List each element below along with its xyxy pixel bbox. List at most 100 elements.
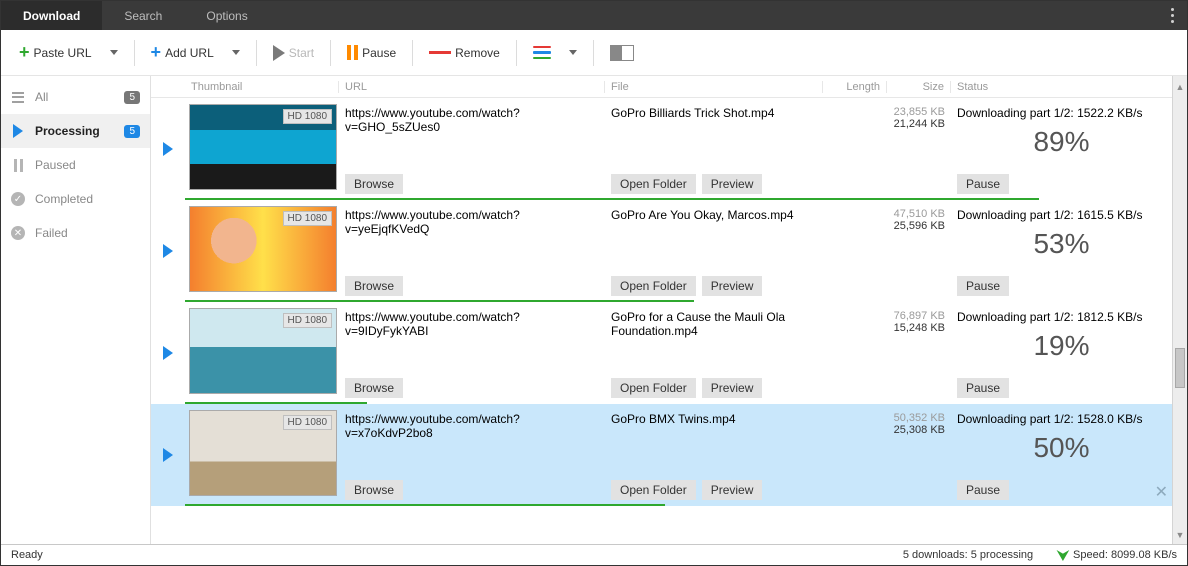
- sidebar-item-all[interactable]: All 5: [1, 80, 150, 114]
- list-icon: [533, 46, 551, 60]
- status-speed: ⮟ Speed: 8099.08 KB/s: [1057, 547, 1177, 564]
- row-pause-button[interactable]: Pause: [957, 480, 1009, 500]
- open-folder-button[interactable]: Open Folder: [611, 276, 696, 296]
- tab-options[interactable]: Options: [184, 1, 269, 30]
- status-cell: Downloading part 1/2: 1812.5 KB/s 19% Pa…: [951, 302, 1172, 404]
- sidebar-item-paused[interactable]: Paused: [1, 148, 150, 182]
- open-folder-button[interactable]: Open Folder: [611, 378, 696, 398]
- length-cell: [823, 200, 887, 302]
- add-url-button[interactable]: + Add URL: [143, 38, 222, 67]
- vertical-scrollbar[interactable]: ▼: [1172, 98, 1187, 544]
- row-play-button[interactable]: [151, 98, 185, 200]
- preview-button[interactable]: Preview: [702, 378, 763, 398]
- thumbnail-cell: HD 1080: [185, 404, 339, 506]
- close-icon[interactable]: ✕: [1155, 482, 1168, 502]
- play-icon: [163, 346, 173, 360]
- layout-button[interactable]: [602, 41, 642, 65]
- video-thumbnail[interactable]: HD 1080: [189, 104, 337, 190]
- video-thumbnail[interactable]: HD 1080: [189, 308, 337, 394]
- start-button[interactable]: Start: [265, 41, 322, 65]
- paste-url-dropdown[interactable]: [102, 46, 126, 59]
- sidebar-item-label: Failed: [35, 226, 140, 240]
- status-text: Downloading part 1/2: 1812.5 KB/s: [957, 310, 1166, 324]
- download-row[interactable]: HD 1080 https://www.youtube.com/watch?v=…: [151, 98, 1172, 200]
- toolbar-separator: [134, 40, 135, 66]
- paste-url-button[interactable]: + Paste URL: [11, 38, 100, 67]
- scrollbar-down[interactable]: ▼: [1173, 526, 1187, 544]
- download-row[interactable]: HD 1080 https://www.youtube.com/watch?v=…: [151, 200, 1172, 302]
- col-header-status[interactable]: Status: [951, 81, 1172, 93]
- progress-percent: 19%: [957, 330, 1166, 362]
- app-menu-icon[interactable]: [1157, 8, 1187, 23]
- play-icon: [273, 45, 285, 61]
- file-name: GoPro Billiards Trick Shot.mp4: [611, 106, 817, 120]
- size-done: 25,596 KB: [887, 220, 945, 232]
- video-thumbnail[interactable]: HD 1080: [189, 410, 337, 496]
- browse-button[interactable]: Browse: [345, 378, 403, 398]
- sidebar-item-label: Paused: [35, 158, 140, 172]
- burger-icon: [11, 92, 25, 103]
- sidebar-item-label: Processing: [35, 124, 114, 138]
- download-row[interactable]: HD 1080 https://www.youtube.com/watch?v=…: [151, 302, 1172, 404]
- play-icon: [11, 124, 25, 138]
- url-text: https://www.youtube.com/watch?v=x7oKdvP2…: [345, 412, 599, 440]
- url-cell: https://www.youtube.com/watch?v=9IDyFykY…: [339, 302, 605, 404]
- browse-button[interactable]: Browse: [345, 480, 403, 500]
- sidebar-item-completed[interactable]: ✓ Completed: [1, 182, 150, 216]
- scrollbar-up[interactable]: ▲: [1172, 76, 1187, 98]
- progress-bar: [185, 504, 665, 506]
- add-url-dropdown[interactable]: [224, 46, 248, 59]
- row-pause-button[interactable]: Pause: [957, 378, 1009, 398]
- start-label: Start: [289, 46, 314, 60]
- browse-button[interactable]: Browse: [345, 276, 403, 296]
- file-cell: GoPro for a Cause the Mauli Ola Foundati…: [605, 302, 823, 404]
- view-mode-button[interactable]: [525, 42, 559, 64]
- toolbar-separator: [256, 40, 257, 66]
- row-play-button[interactable]: [151, 200, 185, 302]
- view-mode-dropdown[interactable]: [561, 46, 585, 59]
- size-cell: 50,352 KB 25,308 KB: [887, 404, 951, 506]
- remove-label: Remove: [455, 46, 500, 60]
- file-cell: GoPro BMX Twins.mp4 Open Folder Preview: [605, 404, 823, 506]
- row-play-button[interactable]: [151, 404, 185, 506]
- play-icon: [163, 142, 173, 156]
- preview-button[interactable]: Preview: [702, 174, 763, 194]
- sidebar-item-failed[interactable]: ✕ Failed: [1, 216, 150, 250]
- pause-button[interactable]: Pause: [339, 41, 404, 64]
- video-thumbnail[interactable]: HD 1080: [189, 206, 337, 292]
- quality-badge: HD 1080: [283, 211, 332, 226]
- open-folder-button[interactable]: Open Folder: [611, 174, 696, 194]
- url-text: https://www.youtube.com/watch?v=yeEjqfKV…: [345, 208, 599, 236]
- row-pause-button[interactable]: Pause: [957, 276, 1009, 296]
- toolbar-separator: [412, 40, 413, 66]
- sidebar-item-processing[interactable]: Processing 5: [1, 114, 150, 148]
- remove-button[interactable]: Remove: [421, 42, 508, 64]
- tab-download[interactable]: Download: [1, 1, 102, 30]
- check-icon: ✓: [11, 192, 25, 206]
- file-cell: GoPro Are You Okay, Marcos.mp4 Open Fold…: [605, 200, 823, 302]
- row-pause-button[interactable]: Pause: [957, 174, 1009, 194]
- size-cell: 23,855 KB 21,244 KB: [887, 98, 951, 200]
- status-ready: Ready: [11, 549, 43, 561]
- col-header-url[interactable]: URL: [339, 81, 605, 93]
- open-folder-button[interactable]: Open Folder: [611, 480, 696, 500]
- status-cell: Downloading part 1/2: 1528.0 KB/s 50% Pa…: [951, 404, 1172, 506]
- col-header-size[interactable]: Size: [887, 81, 951, 93]
- preview-button[interactable]: Preview: [702, 276, 763, 296]
- thumbnail-cell: HD 1080: [185, 98, 339, 200]
- size-cell: 47,510 KB 25,596 KB: [887, 200, 951, 302]
- row-play-button[interactable]: [151, 302, 185, 404]
- col-header-thumbnail[interactable]: Thumbnail: [185, 81, 339, 93]
- col-header-length[interactable]: Length: [823, 81, 887, 93]
- quality-badge: HD 1080: [283, 109, 332, 124]
- tab-search[interactable]: Search: [102, 1, 184, 30]
- col-header-file[interactable]: File: [605, 81, 823, 93]
- browse-button[interactable]: Browse: [345, 174, 403, 194]
- size-done: 25,308 KB: [887, 424, 945, 436]
- status-speed-text: Speed: 8099.08 KB/s: [1073, 549, 1177, 561]
- scroll-thumb[interactable]: [1175, 348, 1185, 388]
- chevron-down-icon: [110, 50, 118, 55]
- preview-button[interactable]: Preview: [702, 480, 763, 500]
- progress-percent: 53%: [957, 228, 1166, 260]
- download-row[interactable]: HD 1080 https://www.youtube.com/watch?v=…: [151, 404, 1172, 506]
